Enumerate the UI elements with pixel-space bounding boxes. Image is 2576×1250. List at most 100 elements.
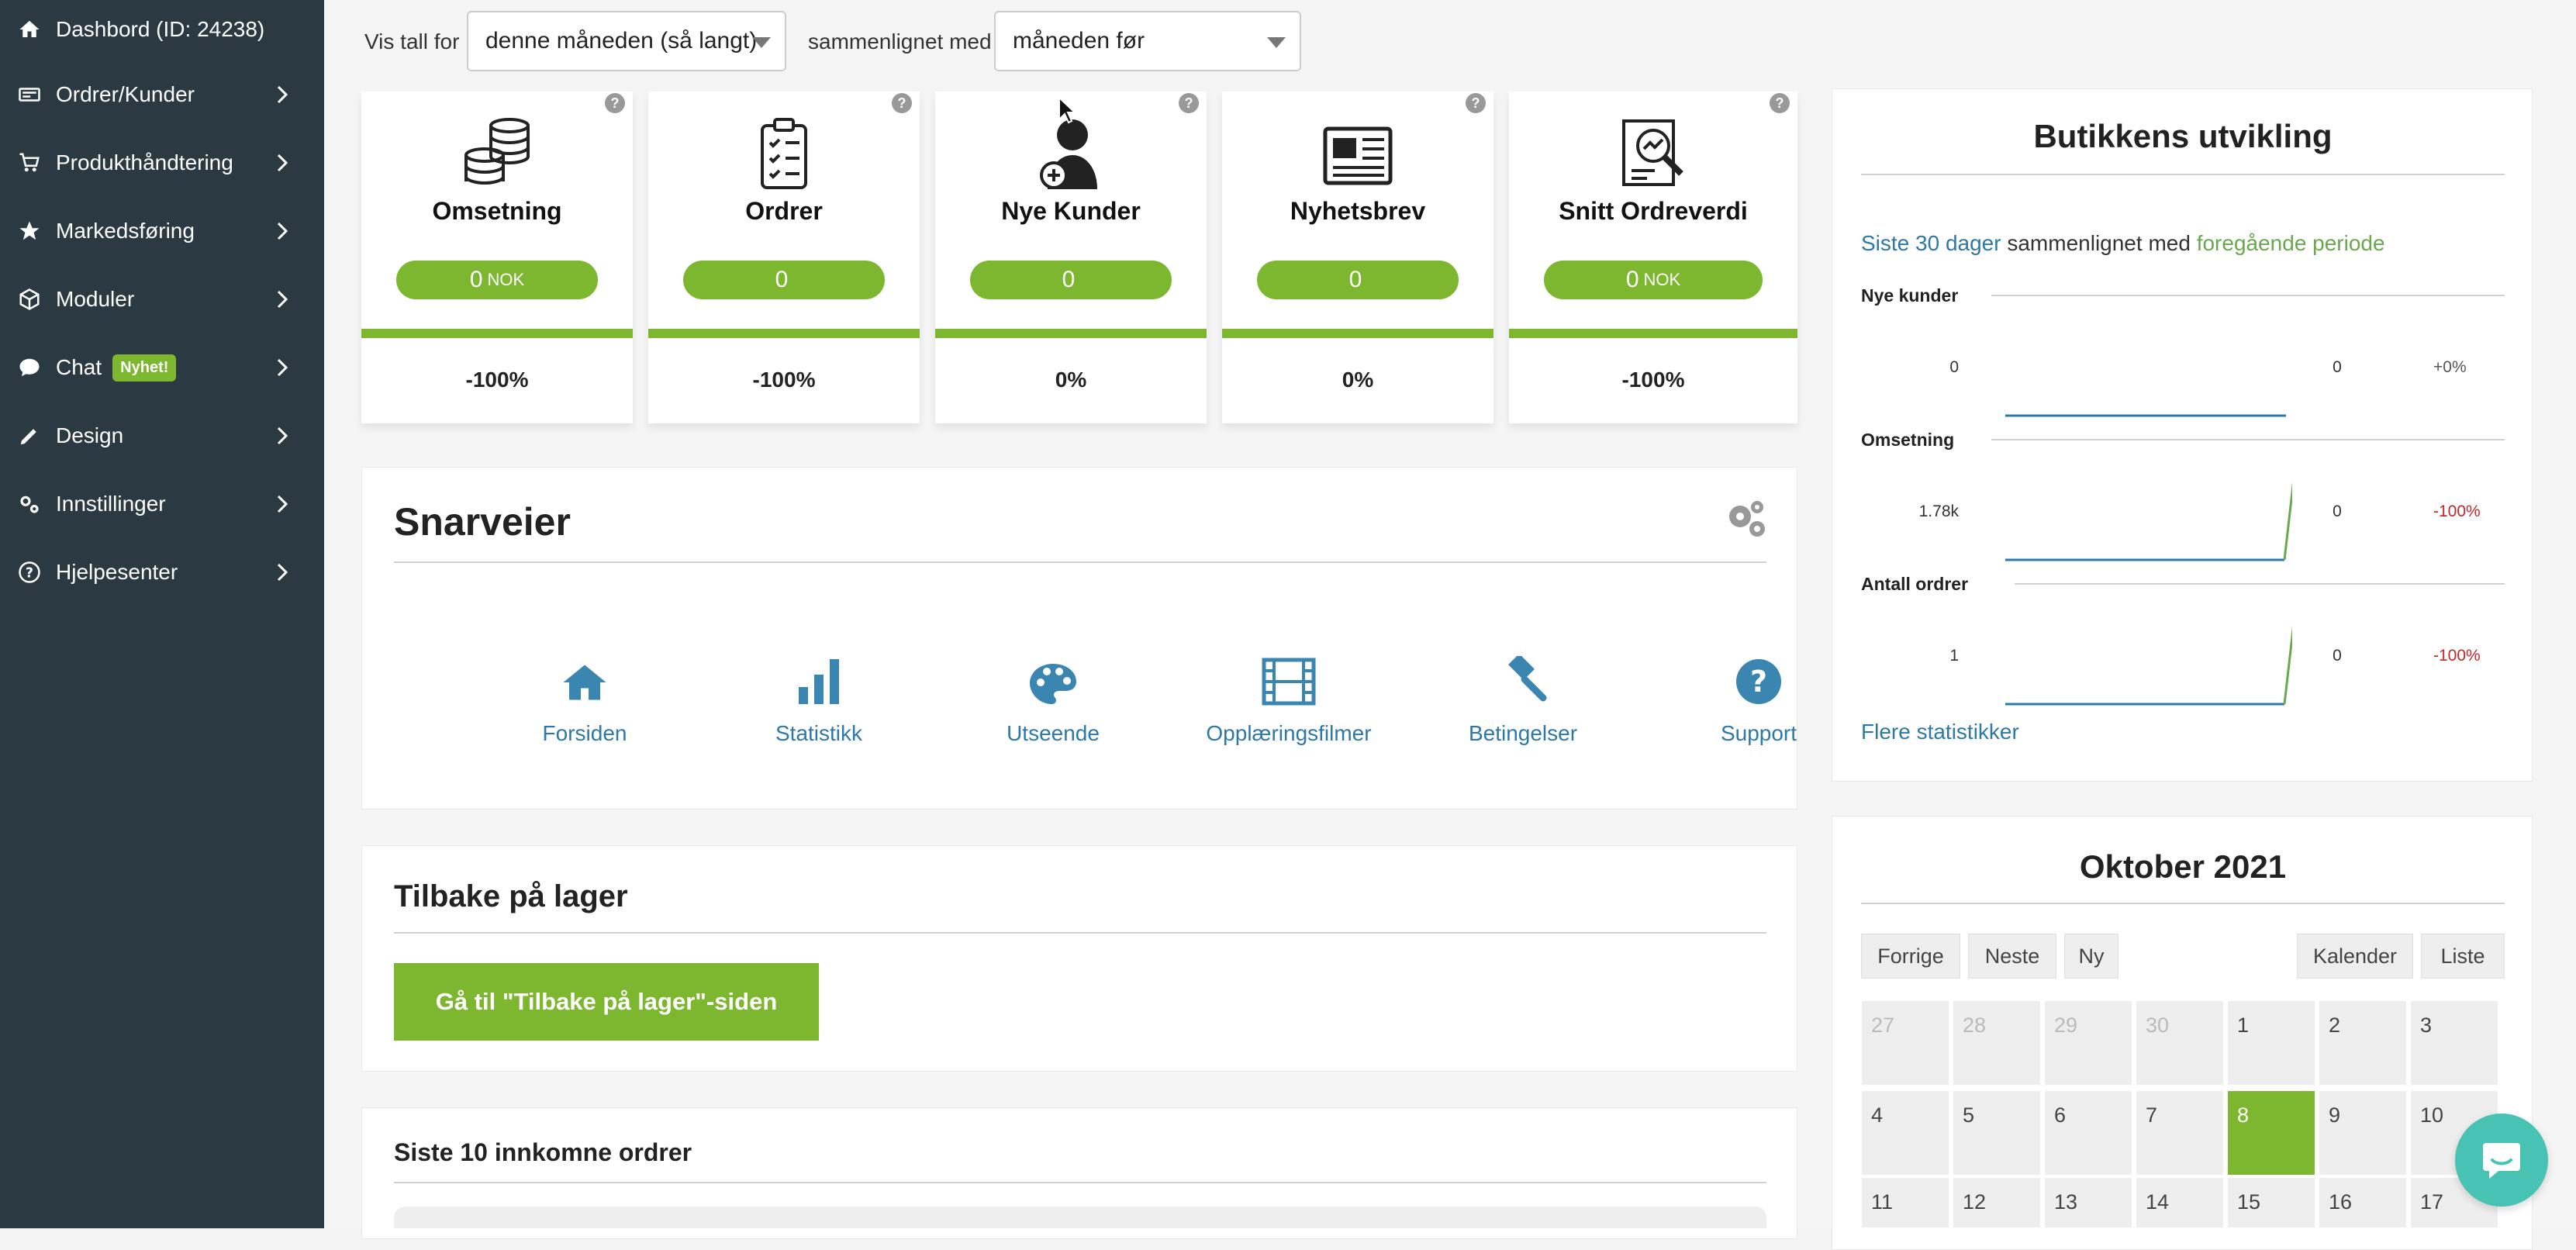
help-icon[interactable]: ?: [892, 93, 912, 113]
kpi-card-newsletter: ? Nyhetsbrev 0 0%: [1222, 92, 1493, 423]
calendar-day[interactable]: 11: [1861, 1177, 1949, 1228]
chat-widget-button[interactable]: [2455, 1114, 2548, 1207]
calendar-day[interactable]: 12: [1953, 1177, 2041, 1228]
chevron-right-icon: [271, 357, 293, 378]
sidebar-item-products[interactable]: Produkthåndtering: [0, 129, 324, 197]
kpi-bar: [935, 329, 1207, 338]
stat-change: +0%: [2433, 358, 2467, 376]
chevron-right-icon: [271, 152, 293, 174]
chevron-right-icon: [271, 493, 293, 515]
divider: [1861, 903, 2505, 904]
calendar-day[interactable]: 13: [2044, 1177, 2132, 1228]
help-icon[interactable]: ?: [605, 93, 625, 113]
calendar-day[interactable]: 6: [2044, 1090, 2132, 1176]
film-icon: [1180, 644, 1397, 706]
calendar-view-calendar-button[interactable]: Kalender: [2297, 934, 2413, 979]
sidebar-item-dashboard[interactable]: Dashbord (ID: 24238): [0, 0, 324, 64]
calendar-day[interactable]: 16: [2319, 1177, 2407, 1228]
restock-page-button[interactable]: Gå til "Tilbake på lager"-siden: [394, 963, 819, 1041]
calendar-day[interactable]: 5: [1953, 1090, 2041, 1176]
sidebar: Dashbord (ID: 24238) Ordrer/Kunder Produ…: [0, 0, 324, 1228]
star-icon: [16, 217, 43, 245]
stat-curr-value: 0: [2333, 358, 2342, 376]
sidebar-item-orders-customers[interactable]: Ordrer/Kunder: [0, 60, 324, 129]
shortcut-support[interactable]: ? Support: [1666, 644, 1852, 746]
last-30-days-link[interactable]: Siste 30 dager: [1861, 231, 2001, 255]
calendar-next-button[interactable]: Neste: [1968, 934, 2056, 979]
sidebar-item-modules[interactable]: Moduler: [0, 265, 324, 333]
sparkline-spike: [2283, 626, 2292, 705]
sidebar-item-label: Ordrer/Kunder: [56, 82, 195, 106]
kpi-bar: [1222, 329, 1493, 338]
home-icon: [492, 644, 678, 706]
stat-change: -100%: [2433, 502, 2481, 520]
shortcut-appearance[interactable]: Utseende: [960, 644, 1146, 746]
latest-orders-title: Siste 10 innkomne ordrer: [394, 1138, 692, 1166]
calendar-day[interactable]: 1: [2227, 1000, 2315, 1086]
previous-period-link[interactable]: foregående periode: [2197, 231, 2385, 255]
bar-chart-icon: [726, 644, 912, 706]
calendar-day[interactable]: 29: [2044, 1000, 2132, 1086]
kpi-change: -100%: [465, 368, 529, 392]
kpi-value-pill: 0: [1257, 261, 1459, 299]
gears-icon: [16, 490, 43, 518]
sidebar-item-help-center[interactable]: ? Hjelpesenter: [0, 538, 324, 606]
cart-icon: [16, 149, 43, 177]
calendar-day[interactable]: 30: [2136, 1000, 2224, 1086]
restock-title: Tilbake på lager: [394, 879, 628, 913]
calendar-day[interactable]: 27: [1861, 1000, 1949, 1086]
kpi-bar: [1509, 329, 1797, 338]
shortcut-home[interactable]: Forsiden: [492, 644, 678, 746]
stat-label-order-count: Antall ordrer: [1861, 574, 1969, 594]
help-icon[interactable]: ?: [1466, 93, 1486, 113]
subtitle-text: sammenlignet med: [2007, 231, 2191, 255]
sidebar-item-label: Dashbord (ID: 24238): [56, 17, 265, 41]
calendar-day[interactable]: 7: [2136, 1090, 2224, 1176]
sidebar-item-design[interactable]: Design: [0, 402, 324, 470]
chevron-right-icon: [271, 84, 293, 105]
calendar-day[interactable]: 15: [2227, 1177, 2315, 1228]
shortcut-terms[interactable]: Betingelser: [1430, 644, 1616, 746]
sidebar-item-marketing[interactable]: Markedsføring: [0, 197, 324, 265]
kpi-title: Omsetning: [432, 197, 562, 225]
gears-icon[interactable]: [1723, 496, 1770, 543]
sidebar-item-label: Innstillinger: [56, 492, 166, 516]
sidebar-item-settings[interactable]: Innstillinger: [0, 470, 324, 538]
divider: [394, 1182, 1766, 1183]
question-circle-icon: ?: [1666, 644, 1852, 706]
cube-icon: [16, 285, 43, 313]
kpi-change: 0%: [1342, 368, 1374, 392]
kpi-bar: [648, 329, 920, 338]
chevron-down-icon: [752, 37, 771, 48]
calendar-day[interactable]: 14: [2136, 1177, 2224, 1228]
calendar-day[interactable]: 2: [2319, 1000, 2407, 1086]
sparkline-spike: [2283, 482, 2292, 561]
stat-prev-value: 0: [1949, 358, 1959, 376]
period-select[interactable]: denne måneden (så langt): [467, 11, 786, 71]
calendar-day[interactable]: 3: [2410, 1000, 2498, 1086]
kpi-value: 0: [1062, 267, 1076, 292]
calendar-day-today[interactable]: 8: [2227, 1090, 2315, 1176]
calendar-day[interactable]: 9: [2319, 1090, 2407, 1176]
calendar-view-list-button[interactable]: Liste: [2421, 934, 2505, 979]
shortcut-statistics[interactable]: Statistikk: [726, 644, 912, 746]
calendar-day[interactable]: 4: [1861, 1090, 1949, 1176]
calendar-day[interactable]: 28: [1953, 1000, 2041, 1086]
comparison-select-value: måneden før: [1013, 28, 1145, 54]
shortcut-training-videos[interactable]: Opplæringsfilmer: [1180, 644, 1397, 746]
calendar-new-button[interactable]: Ny: [2064, 934, 2118, 979]
help-circle-icon: ?: [16, 558, 43, 586]
newspaper-icon: [1222, 115, 1493, 192]
help-icon[interactable]: ?: [1179, 93, 1199, 113]
calendar-prev-button[interactable]: Forrige: [1861, 934, 1960, 979]
more-statistics-link[interactable]: Flere statistikker: [1861, 720, 2019, 744]
kpi-title: Ordrer: [745, 197, 823, 225]
filter-bar: Vis tall for denne måneden (så langt) sa…: [324, 0, 2576, 85]
sidebar-item-chat[interactable]: Chat Nyhet!: [0, 333, 324, 402]
kpi-change: -100%: [1621, 368, 1685, 392]
chat-icon: [16, 354, 43, 382]
help-icon[interactable]: ?: [1770, 93, 1790, 113]
chevron-right-icon: [271, 425, 293, 447]
card-icon: [16, 81, 43, 109]
comparison-select[interactable]: måneden før: [994, 11, 1301, 71]
